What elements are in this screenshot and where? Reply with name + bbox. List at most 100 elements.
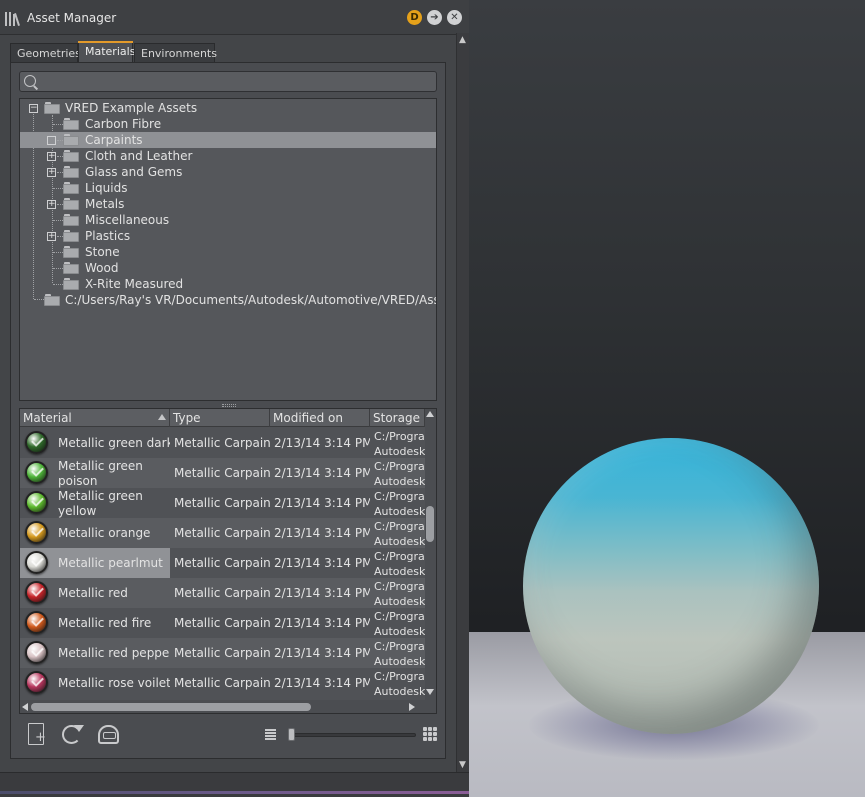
tree-item-carpaints[interactable]: Carpaints bbox=[20, 132, 436, 148]
tree-item-user-assets[interactable]: C:/Users/Ray's VR/Documents/Autodesk/Aut… bbox=[20, 292, 436, 308]
column-header-modified-on[interactable]: Modified on bbox=[270, 409, 370, 427]
table-row[interactable]: Metallic red pepper Metallic Carpaint 2/13… bbox=[20, 638, 425, 668]
scroll-right-icon[interactable] bbox=[409, 703, 415, 711]
materials-table: Material Type Modified on Storage Lo Met… bbox=[19, 408, 437, 714]
new-asset-button[interactable] bbox=[24, 722, 48, 748]
tree-item-vred-example-assets[interactable]: − VRED Example Assets bbox=[20, 100, 436, 116]
material-type: Metallic Carpaint bbox=[174, 436, 270, 450]
tree-item-miscellaneous[interactable]: Miscellaneous bbox=[20, 212, 436, 228]
material-type: Metallic Carpaint bbox=[174, 646, 270, 660]
modified-cell: 2/13/14 3:14 PM bbox=[271, 578, 370, 608]
tree-item-cloth-and-leather[interactable]: + Cloth and Leather bbox=[20, 148, 436, 164]
tree-item-x-rite-measured[interactable]: X-Rite Measured bbox=[20, 276, 436, 292]
tab-materials[interactable]: Materials bbox=[78, 41, 135, 63]
expand-icon[interactable]: + bbox=[47, 152, 56, 161]
modified-date: 2/13/14 3:14 PM bbox=[274, 466, 370, 480]
column-header-type[interactable]: Type bbox=[170, 409, 270, 427]
material-swatch-icon bbox=[25, 491, 48, 514]
storage-cell: C:/Progra Autodesk bbox=[371, 638, 425, 668]
search-input[interactable] bbox=[42, 74, 432, 89]
material-type: Metallic Carpaint bbox=[174, 526, 270, 540]
material-type: Metallic Carpaint bbox=[174, 676, 270, 690]
leaf-box-icon bbox=[47, 136, 56, 145]
material-name: Metallic green bbox=[58, 489, 143, 503]
tab-geometries[interactable]: Geometries bbox=[10, 43, 81, 63]
splitter-handle[interactable] bbox=[222, 404, 236, 407]
column-header-material[interactable]: Material bbox=[20, 409, 170, 427]
storage-path: Autodesk bbox=[374, 685, 425, 698]
column-header-storage[interactable]: Storage Lo bbox=[370, 409, 425, 427]
scroll-up-icon[interactable] bbox=[426, 411, 434, 417]
folder-icon bbox=[63, 214, 79, 226]
material-swatch-icon bbox=[25, 521, 48, 544]
table-row[interactable]: Metallic pearlmut Metallic Carpaint 2/13/1… bbox=[20, 548, 425, 578]
list-view-icon[interactable] bbox=[265, 729, 276, 740]
scroll-up-icon[interactable]: ▲ bbox=[459, 35, 466, 45]
tree-item-stone[interactable]: Stone bbox=[20, 244, 436, 260]
slider-handle[interactable] bbox=[288, 728, 295, 741]
material-cell: Metallic orange bbox=[20, 518, 170, 548]
type-cell: Metallic Carpaint bbox=[171, 608, 270, 638]
scroll-down-icon[interactable]: ▼ bbox=[459, 760, 466, 770]
library-icon bbox=[4, 10, 20, 26]
thumbnail-size-slider[interactable] bbox=[291, 733, 416, 737]
tab-environments[interactable]: Environments bbox=[134, 43, 217, 63]
panel-scrollbar[interactable]: ▲ ▼ bbox=[456, 33, 469, 772]
helmet-button[interactable] bbox=[96, 722, 120, 748]
search-bar[interactable] bbox=[19, 71, 437, 92]
render-viewport[interactable] bbox=[469, 0, 865, 797]
folder-icon bbox=[63, 278, 79, 290]
close-icon[interactable]: ✕ bbox=[447, 10, 462, 25]
refresh-button[interactable] bbox=[60, 722, 84, 748]
tree-item-label: Miscellaneous bbox=[85, 213, 170, 227]
scroll-thumb[interactable] bbox=[31, 703, 311, 711]
material-cell: Metallic pearlmut bbox=[20, 548, 170, 578]
scroll-down-icon[interactable] bbox=[426, 689, 434, 695]
material-name: Metallic red pepper bbox=[58, 646, 170, 660]
storage-cell: C:/Progra Autodesk bbox=[371, 458, 425, 488]
tree-item-carbon-fibre[interactable]: Carbon Fibre bbox=[20, 116, 436, 132]
scroll-thumb[interactable] bbox=[426, 506, 434, 542]
modified-cell: 2/13/14 3:14 PM bbox=[271, 488, 370, 518]
table-horizontal-scrollbar[interactable] bbox=[20, 700, 425, 713]
table-row[interactable]: Metallic green poison Metallic Carpaint 2/1… bbox=[20, 458, 425, 488]
tree-item-label: Glass and Gems bbox=[85, 165, 183, 179]
title-bar[interactable]: Asset Manager D ➔ ✕ bbox=[0, 0, 469, 35]
table-vertical-scrollbar[interactable] bbox=[425, 409, 436, 713]
table-row[interactable]: Metallic red Metallic Carpaint 2/13/14 3:1… bbox=[20, 578, 425, 608]
material-cell: Metallic red bbox=[20, 578, 170, 608]
modified-date: 2/13/14 3:14 PM bbox=[274, 496, 370, 510]
tree-item-plastics[interactable]: + Plastics bbox=[20, 228, 436, 244]
table-row[interactable]: Metallic green dark Metallic Carpaint 2/13… bbox=[20, 428, 425, 458]
grid-view-icon[interactable] bbox=[423, 727, 437, 741]
expand-icon[interactable]: + bbox=[47, 200, 56, 209]
expand-icon[interactable]: + bbox=[47, 168, 56, 177]
material-name: Metallic green bbox=[58, 459, 143, 473]
tree-item-liquids[interactable]: Liquids bbox=[20, 180, 436, 196]
material-name: poison bbox=[58, 474, 98, 488]
storage-cell: C:/Progra Autodesk bbox=[371, 548, 425, 578]
tree-item-glass-and-gems[interactable]: + Glass and Gems bbox=[20, 164, 436, 180]
expand-icon[interactable]: + bbox=[47, 232, 56, 241]
tree-item-label: Stone bbox=[85, 245, 120, 259]
table-row[interactable]: Metallic rose voilet Metallic Carpaint 2/1… bbox=[20, 668, 425, 698]
material-type: Metallic Carpaint bbox=[174, 466, 270, 480]
tree-item-metals[interactable]: + Metals bbox=[20, 196, 436, 212]
dock-badge-button[interactable]: D bbox=[407, 10, 422, 25]
type-cell: Metallic Carpaint bbox=[171, 578, 270, 608]
table-row[interactable]: Metallic red fire Metallic Carpaint 2/13/1… bbox=[20, 608, 425, 638]
modified-cell: 2/13/14 3:14 PM bbox=[271, 458, 370, 488]
table-row[interactable]: Metallic green yellow Metallic Carpaint 2/1… bbox=[20, 488, 425, 518]
preview-sphere bbox=[523, 438, 819, 734]
storage-path: C:/Progra bbox=[374, 640, 425, 653]
type-cell: Metallic Carpaint bbox=[171, 428, 270, 458]
tree-item-wood[interactable]: Wood bbox=[20, 260, 436, 276]
storage-cell: C:/Progra Autodesk bbox=[371, 668, 425, 698]
table-row[interactable]: Metallic orange Metallic Carpaint 2/13/14 … bbox=[20, 518, 425, 548]
status-strip bbox=[0, 772, 469, 797]
bottom-toolbar bbox=[19, 720, 437, 750]
collapse-icon[interactable]: − bbox=[29, 104, 38, 113]
scroll-left-icon[interactable] bbox=[22, 703, 28, 711]
modified-date: 2/13/14 3:14 PM bbox=[274, 616, 370, 630]
arrow-right-icon[interactable]: ➔ bbox=[427, 10, 442, 25]
